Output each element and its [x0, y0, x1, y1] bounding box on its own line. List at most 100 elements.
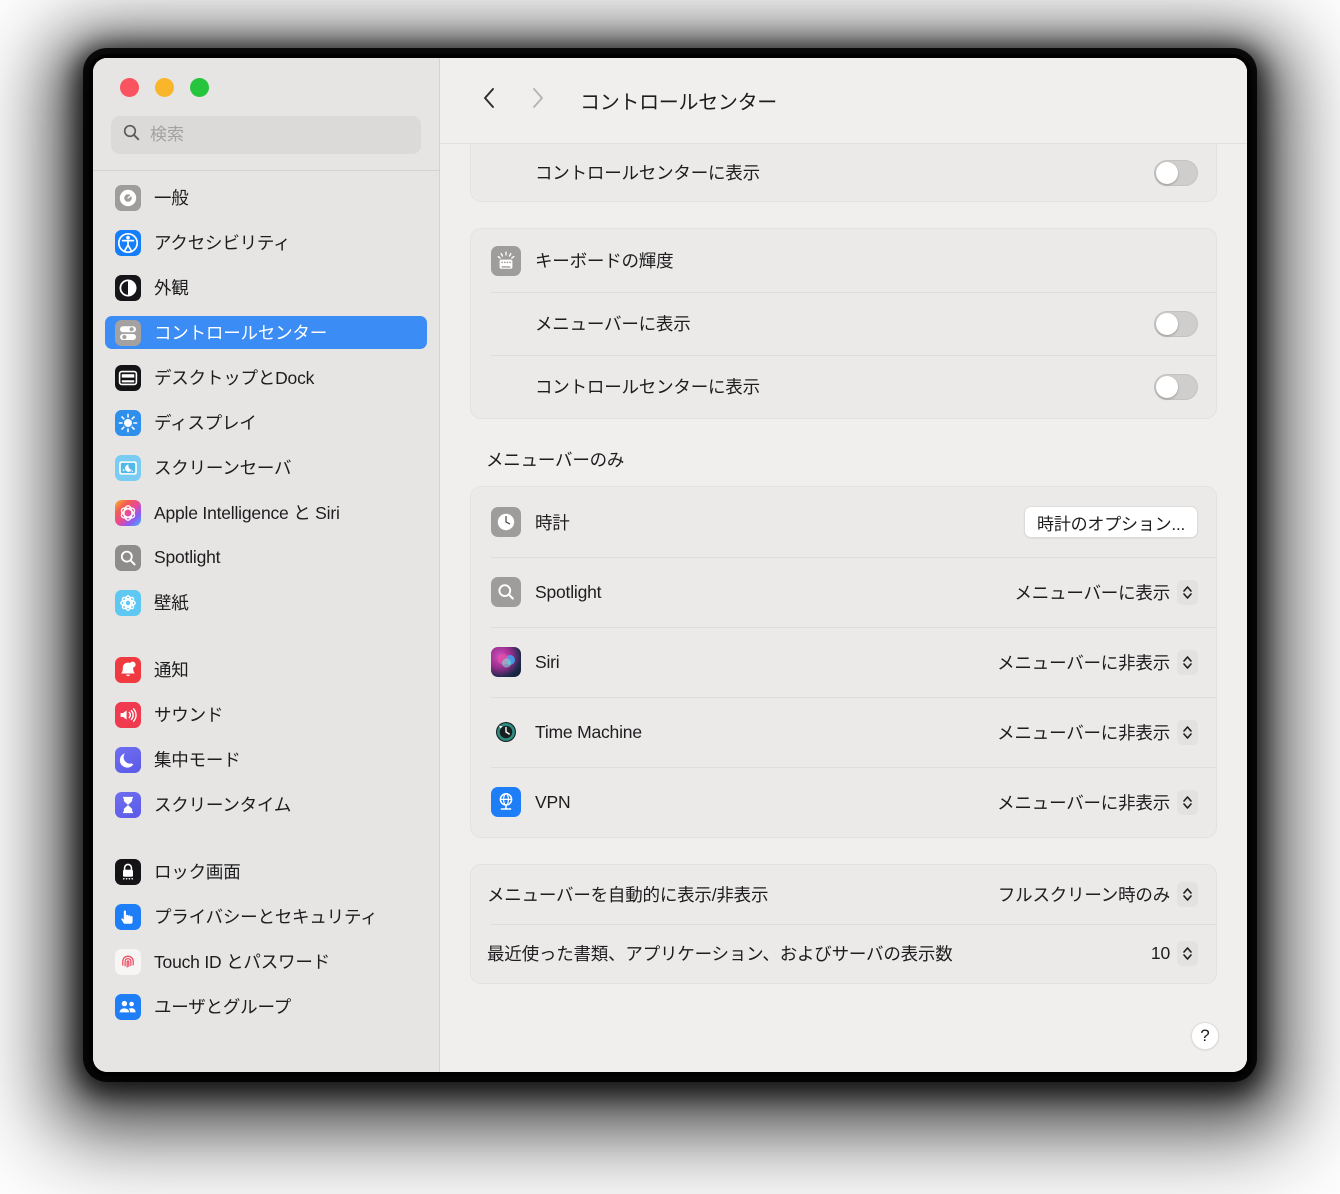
sidebar-item-label: プライバシーとセキュリティ	[154, 907, 378, 927]
chevron-up-down-icon	[1177, 719, 1198, 745]
table-row[interactable]: メニューバーに表示	[471, 292, 1216, 355]
auto-hide-menu-bar-popup[interactable]: フルスクリーン時のみ	[998, 882, 1198, 907]
sidebar-item-screen-saver[interactable]: スクリーンセーバ	[105, 451, 427, 484]
focus-icon	[115, 746, 141, 773]
search-box[interactable]	[111, 116, 421, 154]
spotlight-icon	[491, 577, 521, 607]
row-label: メニューバーを自動的に表示/非表示	[487, 885, 769, 905]
table-row[interactable]: コントロールセンターに表示	[471, 355, 1216, 418]
table-row[interactable]: コントロールセンターに表示	[471, 144, 1216, 201]
sidebar-item-focus[interactable]: 集中モード	[105, 743, 427, 776]
sidebar-item-label: ディスプレイ	[154, 413, 257, 433]
clock-options-button[interactable]: 時計のオプション...	[1024, 506, 1198, 538]
page-title: コントロールセンター	[580, 92, 777, 114]
display-icon	[115, 409, 141, 436]
row-label: VPN	[535, 791, 571, 812]
maximize-button[interactable]	[190, 77, 209, 97]
row-control: 時計のオプション...	[1024, 506, 1198, 538]
sidebar: 一般 アクセシビリティ	[93, 58, 440, 1072]
table-row[interactable]: 最近使った書類、アプリケーション、およびサーバの表示数 10	[471, 924, 1216, 983]
popup-value: フルスクリーン時のみ	[997, 885, 1170, 905]
row-label: 最近使った書類、アプリケーション、およびサーバの表示数	[487, 944, 953, 964]
sidebar-item-label: 外観	[154, 278, 189, 298]
sidebar-item-accessibility[interactable]: アクセシビリティ	[105, 226, 427, 259]
sidebar-item-spotlight[interactable]: Spotlight	[105, 541, 427, 574]
sidebar-item-control-center[interactable]: コントロールセンター	[105, 316, 427, 349]
row-control: メニューバーに非表示	[997, 719, 1198, 745]
siri-icon	[491, 647, 521, 677]
sidebar-item-touch-id[interactable]: Touch ID とパスワード	[105, 945, 427, 978]
row-label: 時計	[535, 512, 570, 533]
table-row[interactable]: Siri メニューバーに非表示	[471, 627, 1216, 697]
search-container	[93, 116, 439, 154]
sound-icon	[115, 701, 141, 728]
sidebar-item-label: 通知	[154, 660, 189, 680]
table-row[interactable]: メニューバーを自動的に表示/非表示 フルスクリーン時のみ	[471, 865, 1216, 924]
vpn-visibility-popup[interactable]: メニューバーに非表示	[997, 789, 1198, 815]
row-control: メニューバーに非表示	[997, 649, 1198, 675]
help-icon: ?	[1200, 1026, 1210, 1045]
sidebar-item-label: スクリーンタイム	[154, 795, 292, 815]
screen-saver-icon	[115, 454, 141, 481]
sidebar-item-label: アクセシビリティ	[154, 233, 291, 253]
show-in-control-center-toggle[interactable]	[1154, 373, 1198, 400]
minimize-button[interactable]	[155, 77, 174, 97]
content-pane: コントロールセンター コントロールセンターに表示 キーボードの輝度 メニューバー…	[440, 58, 1247, 1072]
sidebar-item-notifications[interactable]: 通知	[105, 653, 427, 686]
chevron-left-icon	[482, 86, 497, 115]
bottom-spacer	[470, 984, 1217, 1012]
sidebar-item-label: 壁紙	[154, 593, 189, 613]
desktop-background: 一般 アクセシビリティ	[0, 0, 1340, 1194]
table-row[interactable]: Spotlight メニューバーに表示	[471, 557, 1216, 627]
table-row[interactable]: VPN メニューバーに非表示	[471, 767, 1216, 837]
forward-button[interactable]	[524, 86, 550, 116]
sidebar-item-general[interactable]: 一般	[105, 181, 427, 214]
sidebar-item-sound[interactable]: サウンド	[105, 698, 427, 731]
sidebar-item-wallpaper[interactable]: 壁紙	[105, 586, 427, 619]
sidebar-item-apple-intelligence-siri[interactable]: Apple Intelligence と Siri	[105, 496, 427, 529]
sidebar-item-lock-screen[interactable]: ロック画面	[105, 855, 427, 888]
sidebar-item-users-groups[interactable]: ユーザとグループ	[105, 990, 427, 1023]
keyboard-brightness-icon	[491, 245, 521, 276]
close-button[interactable]	[120, 77, 139, 97]
sidebar-item-privacy-security[interactable]: プライバシーとセキュリティ	[105, 900, 427, 933]
clipped-card: コントロールセンターに表示	[470, 144, 1217, 202]
sidebar-item-screen-time[interactable]: スクリーンタイム	[105, 788, 427, 821]
time-machine-visibility-popup[interactable]: メニューバーに非表示	[997, 719, 1198, 745]
keyboard-brightness-card: キーボードの輝度 メニューバーに表示 コントロールセンターに表示	[470, 228, 1217, 419]
chevron-up-down-icon	[1177, 882, 1198, 907]
sidebar-item-appearance[interactable]: 外観	[105, 271, 427, 304]
settings-scroll-area[interactable]: コントロールセンターに表示 キーボードの輝度 メニューバーに表示 コントロールセ…	[440, 144, 1247, 1072]
spotlight-visibility-popup[interactable]: メニューバーに表示	[1014, 579, 1198, 605]
row-control	[1154, 373, 1198, 400]
row-control: フルスクリーン時のみ	[998, 882, 1198, 907]
sidebar-item-desktop-dock[interactable]: デスクトップとDock	[105, 361, 427, 394]
show-in-control-center-toggle[interactable]	[1154, 159, 1198, 186]
sidebar-item-label: サウンド	[154, 705, 224, 725]
search-input[interactable]	[150, 125, 409, 145]
toggle-knob	[1156, 161, 1178, 184]
chevron-up-down-icon	[1177, 789, 1198, 815]
row-label: コントロールセンターに表示	[535, 377, 760, 397]
sidebar-item-display[interactable]: ディスプレイ	[105, 406, 427, 439]
recent-items-count-stepper[interactable]: 10	[1151, 941, 1198, 966]
row-control: メニューバーに表示	[1014, 579, 1198, 605]
help-button[interactable]: ?	[1191, 1022, 1219, 1050]
table-row[interactable]: Time Machine メニューバーに非表示	[471, 697, 1216, 767]
row-label: Siri	[535, 651, 560, 672]
vpn-icon	[491, 787, 521, 817]
notifications-icon	[115, 656, 141, 683]
sidebar-item-label: デスクトップとDock	[154, 368, 315, 388]
siri-visibility-popup[interactable]: メニューバーに非表示	[997, 649, 1198, 675]
sidebar-item-label: コントロールセンター	[154, 323, 327, 343]
row-label: キーボードの輝度	[535, 251, 674, 271]
table-row[interactable]: 時計 時計のオプション...	[471, 487, 1216, 557]
show-in-menu-bar-toggle[interactable]	[1154, 310, 1198, 337]
back-button[interactable]	[476, 86, 502, 116]
sidebar-item-label: Apple Intelligence と Siri	[154, 503, 340, 523]
gear-icon	[115, 184, 141, 211]
menu-bar-options-card: メニューバーを自動的に表示/非表示 フルスクリーン時のみ 最近使った書類、アプリ…	[470, 864, 1217, 984]
row-label: コントロールセンターに表示	[535, 163, 760, 183]
users-groups-icon	[115, 993, 141, 1020]
